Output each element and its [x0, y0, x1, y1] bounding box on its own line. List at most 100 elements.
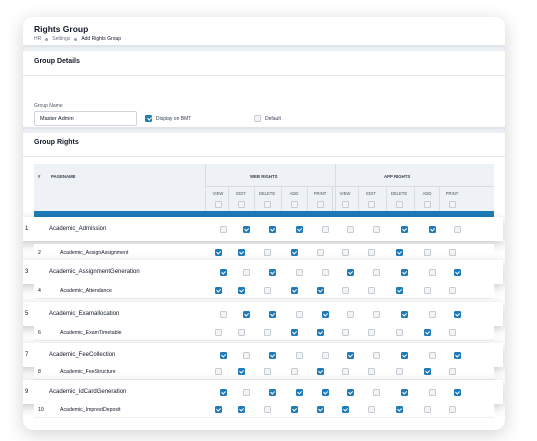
right-checkbox-app-edit[interactable] — [367, 368, 375, 375]
right-checkbox-app-view[interactable] — [346, 225, 354, 233]
right-checkbox-web-edit[interactable] — [242, 351, 250, 359]
right-checkbox-web-add[interactable] — [290, 368, 298, 375]
right-checkbox-app-print[interactable] — [448, 249, 456, 256]
right-checkbox-web-print[interactable] — [321, 388, 329, 396]
right-checkbox-app-delete[interactable] — [395, 249, 403, 256]
right-checkbox-web-add[interactable] — [295, 351, 303, 359]
right-checkbox-app-print[interactable] — [448, 329, 456, 336]
right-checkbox-web-view[interactable] — [219, 225, 227, 233]
right-checkbox-app-print[interactable] — [448, 406, 456, 413]
right-checkbox-web-add[interactable] — [295, 225, 303, 233]
right-checkbox-app-print[interactable] — [453, 310, 461, 318]
right-checkbox-web-view[interactable] — [214, 287, 222, 294]
right-checkbox-web-add[interactable] — [290, 406, 298, 413]
web-delete-select-all-checkbox[interactable] — [263, 201, 271, 208]
right-checkbox-web-delete[interactable] — [268, 225, 276, 233]
right-checkbox-app-add[interactable] — [428, 225, 436, 233]
right-checkbox-app-delete[interactable] — [395, 329, 403, 336]
right-checkbox-app-print[interactable] — [453, 268, 461, 276]
right-checkbox-web-edit[interactable] — [242, 225, 250, 233]
web-print-select-all-checkbox[interactable] — [316, 201, 324, 208]
right-checkbox-web-edit[interactable] — [242, 268, 250, 276]
right-checkbox-app-add[interactable] — [423, 406, 431, 413]
right-checkbox-app-edit[interactable] — [367, 287, 375, 294]
right-checkbox-web-print[interactable] — [316, 406, 324, 413]
right-checkbox-app-delete[interactable] — [395, 368, 403, 375]
right-checkbox-app-view[interactable] — [341, 287, 349, 294]
breadcrumb-hr[interactable]: HR — [34, 36, 41, 42]
right-checkbox-app-edit[interactable] — [372, 351, 380, 359]
right-checkbox-web-add[interactable] — [290, 329, 298, 336]
right-checkbox-web-print[interactable] — [316, 368, 324, 375]
right-checkbox-app-edit[interactable] — [367, 406, 375, 413]
right-checkbox-web-add[interactable] — [290, 287, 298, 294]
right-checkbox-app-add[interactable] — [428, 268, 436, 276]
right-checkbox-web-add[interactable] — [295, 388, 303, 396]
right-checkbox-web-view[interactable] — [214, 368, 222, 375]
right-checkbox-app-delete[interactable] — [395, 287, 403, 294]
right-checkbox-web-delete[interactable] — [268, 310, 276, 318]
right-checkbox-web-add[interactable] — [295, 268, 303, 276]
right-checkbox-app-edit[interactable] — [372, 268, 380, 276]
right-checkbox-web-view[interactable] — [219, 268, 227, 276]
right-checkbox-app-delete[interactable] — [395, 406, 403, 413]
right-checkbox-app-delete[interactable] — [400, 225, 408, 233]
right-checkbox-web-add[interactable] — [290, 249, 298, 256]
app-print-select-all-checkbox[interactable] — [448, 201, 456, 208]
app-edit-select-all-checkbox[interactable] — [367, 201, 375, 208]
right-checkbox-app-view[interactable] — [346, 310, 354, 318]
display-on-bmt-checkbox[interactable] — [145, 115, 152, 122]
right-checkbox-web-view[interactable] — [219, 388, 227, 396]
right-checkbox-web-delete[interactable] — [268, 388, 276, 396]
breadcrumb-settings[interactable]: Settings — [52, 36, 70, 42]
right-checkbox-web-edit[interactable] — [237, 406, 245, 413]
right-checkbox-app-edit[interactable] — [372, 310, 380, 318]
right-checkbox-web-add[interactable] — [295, 310, 303, 318]
right-checkbox-web-print[interactable] — [316, 329, 324, 336]
right-checkbox-web-print[interactable] — [316, 249, 324, 256]
web-edit-select-all-checkbox[interactable] — [237, 201, 245, 208]
right-checkbox-app-delete[interactable] — [400, 351, 408, 359]
right-checkbox-app-print[interactable] — [453, 225, 461, 233]
right-checkbox-app-print[interactable] — [448, 368, 456, 375]
right-checkbox-app-view[interactable] — [341, 406, 349, 413]
right-checkbox-app-view[interactable] — [341, 329, 349, 336]
right-checkbox-web-delete[interactable] — [268, 351, 276, 359]
right-checkbox-app-delete[interactable] — [400, 388, 408, 396]
right-checkbox-app-print[interactable] — [448, 287, 456, 294]
right-checkbox-web-edit[interactable] — [237, 249, 245, 256]
right-checkbox-web-view[interactable] — [219, 310, 227, 318]
right-checkbox-web-delete[interactable] — [263, 368, 271, 375]
right-checkbox-app-print[interactable] — [453, 388, 461, 396]
app-view-select-all-checkbox[interactable] — [341, 201, 349, 208]
right-checkbox-web-print[interactable] — [321, 310, 329, 318]
right-checkbox-app-add[interactable] — [423, 287, 431, 294]
right-checkbox-app-view[interactable] — [346, 351, 354, 359]
right-checkbox-app-add[interactable] — [423, 368, 431, 375]
right-checkbox-web-delete[interactable] — [268, 268, 276, 276]
app-add-select-all-checkbox[interactable] — [423, 201, 431, 208]
right-checkbox-app-add[interactable] — [423, 249, 431, 256]
right-checkbox-web-view[interactable] — [214, 406, 222, 413]
right-checkbox-web-edit[interactable] — [242, 310, 250, 318]
right-checkbox-app-edit[interactable] — [367, 249, 375, 256]
group-name-input[interactable]: Master Admin — [34, 111, 137, 126]
right-checkbox-web-edit[interactable] — [237, 368, 245, 375]
right-checkbox-web-print[interactable] — [321, 268, 329, 276]
right-checkbox-web-view[interactable] — [219, 351, 227, 359]
right-checkbox-web-delete[interactable] — [263, 329, 271, 336]
right-checkbox-web-edit[interactable] — [237, 329, 245, 336]
right-checkbox-web-print[interactable] — [321, 351, 329, 359]
right-checkbox-app-delete[interactable] — [400, 310, 408, 318]
web-view-select-all-checkbox[interactable] — [214, 201, 222, 208]
right-checkbox-app-add[interactable] — [423, 329, 431, 336]
web-add-select-all-checkbox[interactable] — [290, 201, 298, 208]
app-delete-select-all-checkbox[interactable] — [395, 201, 403, 208]
right-checkbox-web-print[interactable] — [316, 287, 324, 294]
right-checkbox-web-delete[interactable] — [263, 287, 271, 294]
default-checkbox[interactable] — [254, 115, 261, 122]
right-checkbox-app-view[interactable] — [341, 249, 349, 256]
right-checkbox-app-add[interactable] — [428, 351, 436, 359]
right-checkbox-app-edit[interactable] — [372, 388, 380, 396]
right-checkbox-web-view[interactable] — [214, 249, 222, 256]
